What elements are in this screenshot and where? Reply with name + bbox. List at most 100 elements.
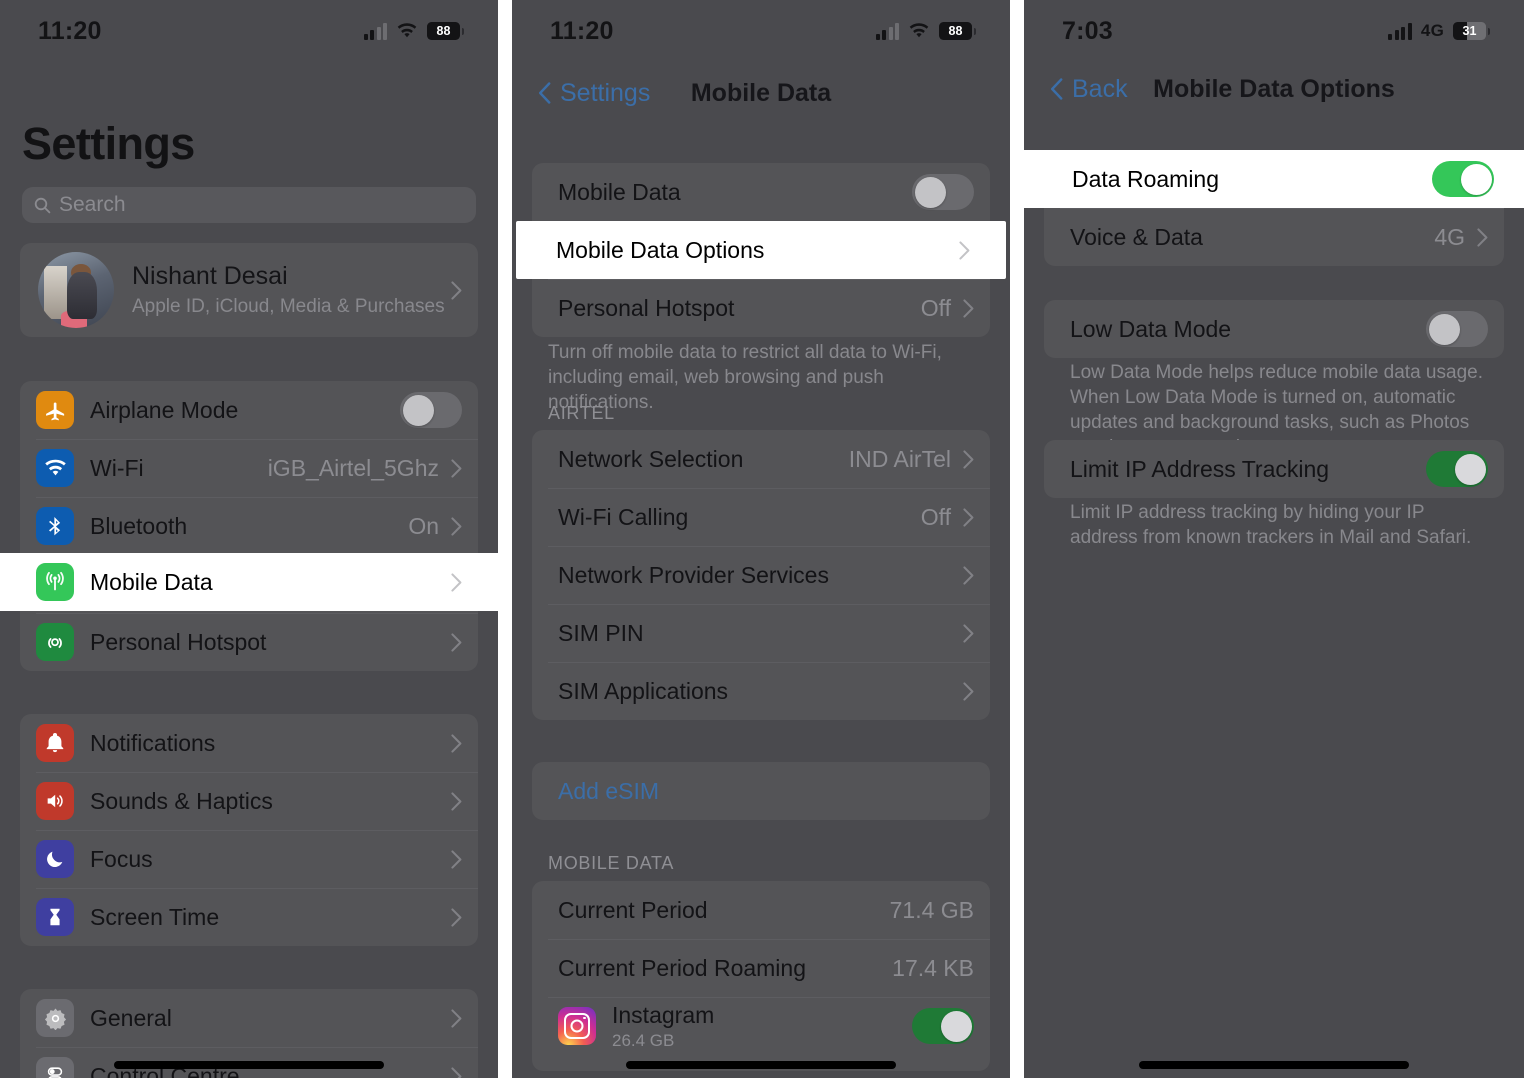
low-data-mode-toggle[interactable]: [1426, 311, 1488, 347]
airplane-mode-toggle[interactable]: [400, 392, 462, 428]
nav-bar: Settings Mobile Data: [512, 62, 1010, 124]
chevron-right-icon: [963, 298, 974, 318]
limit-ip-card: Limit IP Address Tracking: [1044, 440, 1504, 498]
hourglass-icon: [36, 898, 74, 936]
chevron-right-icon: [963, 449, 974, 469]
mobile-data-screen: 11:20 88 Settings Mobile Data Mobile Dat…: [512, 0, 1010, 1078]
mobile-data-toggle[interactable]: [912, 174, 974, 210]
back-button-label: Back: [1072, 74, 1128, 103]
row-current-period: Current Period 71.4 GB: [532, 881, 990, 939]
battery-indicator: 31: [1453, 22, 1490, 40]
row-low-data-mode[interactable]: Low Data Mode: [1044, 300, 1504, 358]
control-centre-icon: [36, 1057, 74, 1078]
chevron-right-icon: [451, 572, 462, 592]
settings-row-focus[interactable]: Focus: [20, 830, 478, 888]
row-network-selection[interactable]: Network Selection IND AirTel: [532, 430, 990, 488]
settings-row-general[interactable]: General: [20, 989, 478, 1047]
settings-row-personal-hotspot[interactable]: Personal Hotspot: [20, 613, 478, 671]
row-value: 17.4 KB: [892, 954, 974, 981]
avatar: [38, 252, 114, 328]
search-icon: [34, 197, 51, 214]
status-bar: 11:20 88: [512, 0, 1010, 62]
settings-row-wifi[interactable]: Wi-Fi iGB_Airtel_5Ghz: [20, 439, 478, 497]
account-row[interactable]: Nishant Desai Apple ID, iCloud, Media & …: [20, 243, 478, 337]
airtel-card: Network Selection IND AirTel Wi-Fi Calli…: [532, 430, 990, 720]
usage-card: Current Period 71.4 GB Current Period Ro…: [532, 881, 990, 1071]
limit-ip-tracking-toggle[interactable]: [1426, 451, 1488, 487]
row-add-esim[interactable]: Add eSIM: [532, 762, 990, 820]
row-label: Current Period Roaming: [558, 954, 807, 981]
mobile-data-icon: [36, 563, 74, 601]
row-voice-and-data[interactable]: Voice & Data 4G: [1044, 208, 1504, 266]
row-personal-hotspot[interactable]: Personal Hotspot Off: [532, 279, 990, 337]
row-label: Limit IP Address Tracking: [1070, 455, 1330, 482]
highlight-mobile-data-row[interactable]: Mobile Data: [0, 553, 498, 611]
row-current-period-roaming: Current Period Roaming 17.4 KB: [532, 939, 990, 997]
page-title: Settings: [22, 118, 195, 169]
account-card[interactable]: Nishant Desai Apple ID, iCloud, Media & …: [20, 243, 478, 337]
row-label: Mobile Data: [90, 568, 213, 595]
row-label: Current Period: [558, 896, 708, 923]
battery-level: 88: [436, 24, 451, 38]
phone-panel-mobile-data-options: 7:03 4G 31 Back Mobile Data Options Voic…: [1024, 0, 1524, 1078]
status-time: 11:20: [38, 16, 102, 45]
chevron-right-icon: [451, 733, 462, 753]
settings-row-notifications[interactable]: Notifications: [20, 714, 478, 772]
row-label: SIM PIN: [558, 619, 644, 646]
hotspot-icon: [36, 623, 74, 661]
chevron-left-icon: [538, 82, 551, 104]
row-network-provider-services[interactable]: Network Provider Services: [532, 546, 990, 604]
phone-panel-mobile-data: 11:20 88 Settings Mobile Data Mobile Dat…: [512, 0, 1010, 1078]
cellular-bars-icon: [1388, 23, 1412, 40]
cellular-bars-icon: [363, 23, 387, 40]
row-value: Off: [920, 294, 951, 321]
row-label: Wi-Fi Calling: [558, 503, 689, 530]
chevron-right-icon: [451, 280, 462, 300]
data-roaming-toggle[interactable]: [1432, 161, 1494, 197]
chevron-right-icon: [451, 458, 462, 478]
row-label: Mobile Data Options: [556, 236, 765, 263]
chevron-right-icon: [451, 791, 462, 811]
airplane-icon: [36, 391, 74, 429]
chevron-right-icon: [963, 565, 974, 585]
add-esim-card[interactable]: Add eSIM: [532, 762, 990, 820]
back-button-label: Settings: [560, 78, 651, 107]
add-esim-label: Add eSIM: [558, 777, 659, 804]
account-name: Nishant Desai: [132, 262, 288, 291]
bell-icon: [36, 724, 74, 762]
row-limit-ip-tracking[interactable]: Limit IP Address Tracking: [1044, 440, 1504, 498]
row-label: Bluetooth: [90, 512, 188, 539]
settings-row-sounds-haptics[interactable]: Sounds & Haptics: [20, 772, 478, 830]
settings-row-screen-time[interactable]: Screen Time: [20, 888, 478, 946]
row-wifi-calling[interactable]: Wi-Fi Calling Off: [532, 488, 990, 546]
search-input[interactable]: Search: [22, 187, 476, 223]
row-app-instagram[interactable]: Instagram 26.4 GB: [532, 997, 990, 1055]
wifi-icon: [396, 22, 418, 40]
row-label: Network Provider Services: [558, 561, 829, 588]
back-button-settings[interactable]: Settings: [538, 79, 650, 108]
row-value: Off: [920, 503, 951, 530]
moon-icon: [36, 840, 74, 878]
connectivity-card: Airplane Mode Wi-Fi iGB_Airtel_5Ghz Blue…: [20, 381, 478, 671]
back-button[interactable]: Back: [1050, 75, 1128, 104]
highlight-data-roaming-row[interactable]: Data Roaming: [1024, 150, 1524, 208]
account-subtitle: Apple ID, iCloud, Media & Purchases: [132, 295, 445, 317]
chevron-right-icon: [451, 632, 462, 652]
row-label: Notifications: [90, 729, 216, 756]
row-label: Mobile Data: [558, 178, 681, 205]
screenshot-stage: 11:20 88 Settings Search Nishant Desai A…: [0, 0, 1524, 1078]
row-value: 71.4 GB: [889, 896, 974, 923]
highlight-mobile-data-options-row[interactable]: Mobile Data Options: [516, 221, 1006, 279]
status-bar: 7:03 4G 31: [1024, 0, 1524, 62]
row-label: Focus: [90, 845, 153, 872]
chevron-right-icon: [963, 507, 974, 527]
row-sim-applications[interactable]: SIM Applications: [532, 662, 990, 720]
row-sim-pin[interactable]: SIM PIN: [532, 604, 990, 662]
nav-bar: Back Mobile Data Options: [1024, 58, 1524, 120]
settings-row-bluetooth[interactable]: Bluetooth On: [20, 497, 478, 555]
instagram-data-toggle[interactable]: [912, 1008, 974, 1044]
row-mobile-data-toggle[interactable]: Mobile Data: [532, 163, 990, 221]
home-indicator: [626, 1061, 896, 1069]
settings-row-airplane-mode[interactable]: Airplane Mode: [20, 381, 478, 439]
status-indicators: 4G 31: [1388, 21, 1490, 41]
